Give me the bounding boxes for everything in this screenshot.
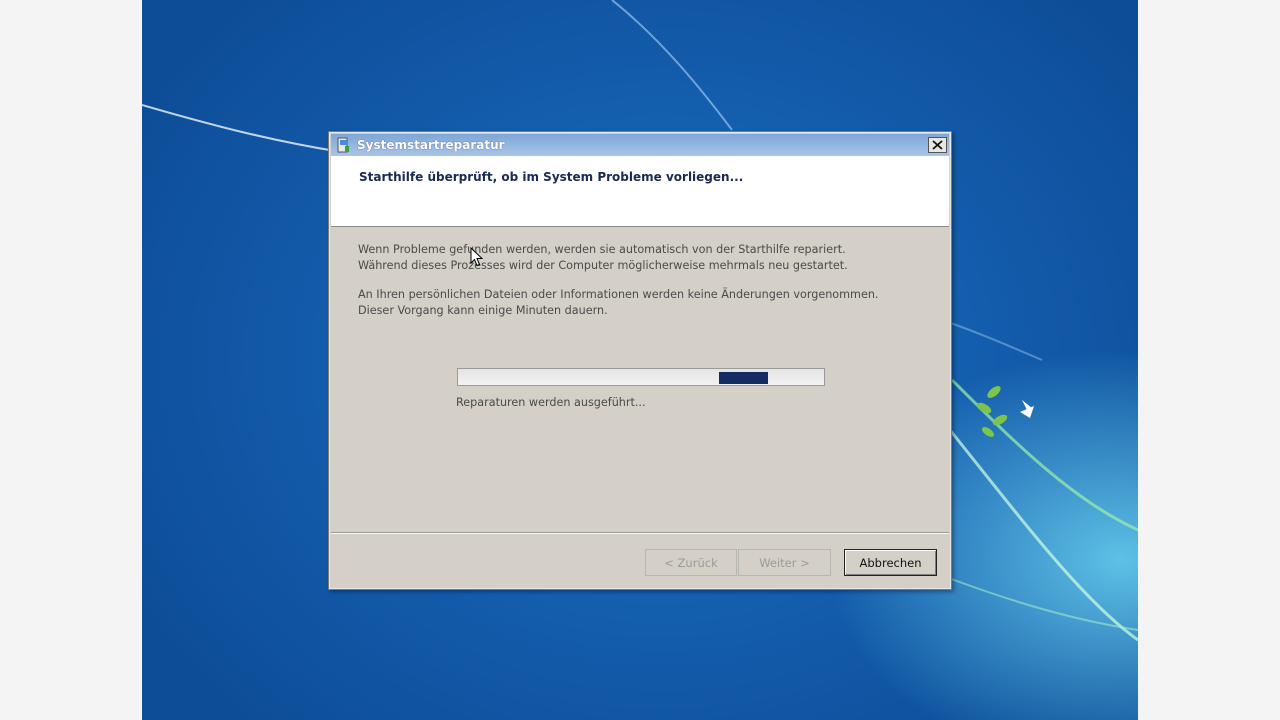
progress-bar <box>457 368 825 386</box>
dialog-heading: Starthilfe überprüft, ob im System Probl… <box>359 170 744 184</box>
title-bar[interactable]: Systemstartreparatur <box>331 134 949 156</box>
bird-icon <box>1020 400 1034 418</box>
header-band: Starthilfe überprüft, ob im System Probl… <box>331 156 949 227</box>
cancel-button[interactable]: Abbrechen <box>844 549 937 576</box>
progress-status-text: Reparaturen werden ausgeführt... <box>456 396 646 409</box>
startup-repair-dialog: Systemstartreparatur Starthilfe überprüf… <box>328 131 952 590</box>
progress-marquee <box>719 372 768 384</box>
mouse-pointer-icon <box>470 247 483 267</box>
next-button[interactable]: Weiter > <box>738 549 831 576</box>
info-text-line: Während dieses Prozesses wird der Comput… <box>358 259 848 272</box>
setup-window-icon <box>337 137 349 153</box>
close-icon <box>932 140 943 150</box>
footer-divider <box>331 532 949 534</box>
close-button[interactable] <box>928 137 947 153</box>
info-text-line: Dieser Vorgang kann einige Minuten dauer… <box>358 304 608 317</box>
info-text-line: Wenn Probleme gefunden werden, werden si… <box>358 243 846 256</box>
window-title: Systemstartreparatur <box>357 138 505 152</box>
info-text-line: An Ihren persönlichen Dateien oder Infor… <box>358 288 879 301</box>
back-button[interactable]: < Zurück <box>645 549 737 576</box>
